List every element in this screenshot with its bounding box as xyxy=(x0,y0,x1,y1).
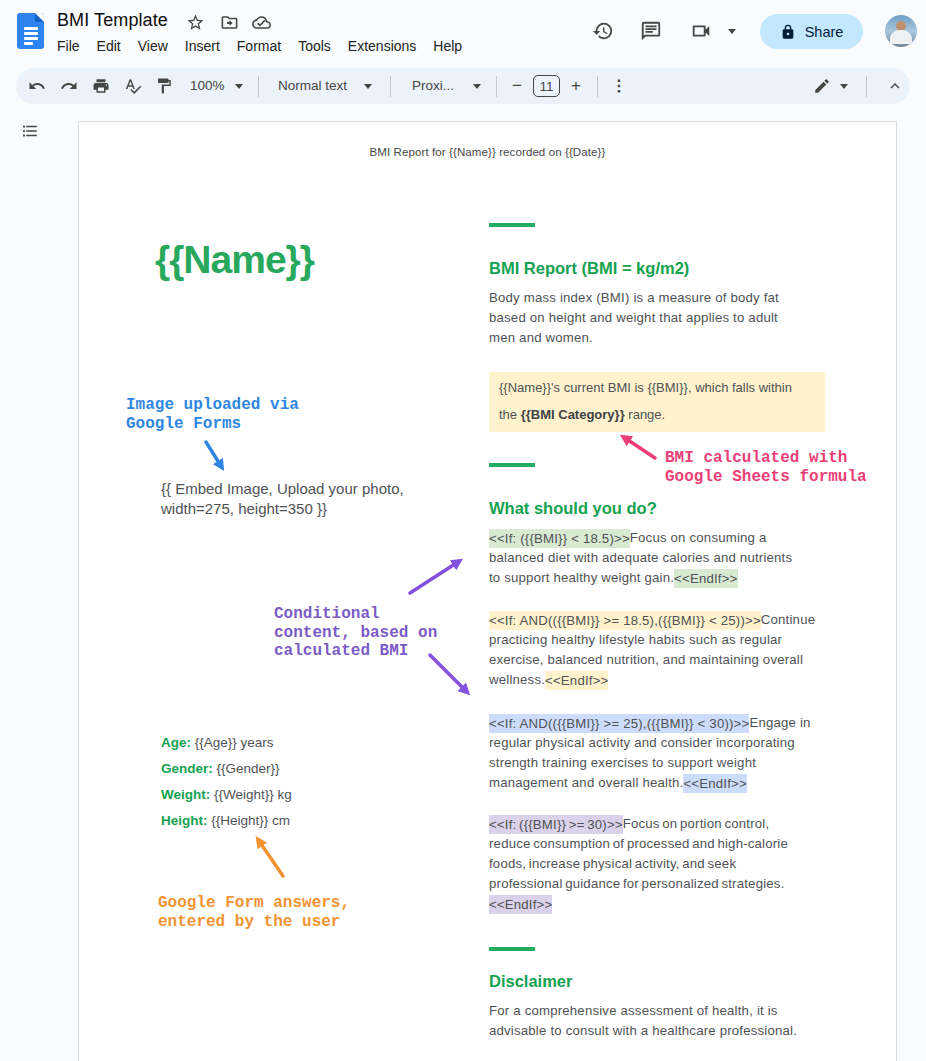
toolbar-more-icon[interactable]: ⋮ xyxy=(611,77,627,95)
menu-extensions[interactable]: Extensions xyxy=(348,37,416,56)
paint-format-icon[interactable] xyxy=(155,77,173,95)
document-outline-icon[interactable] xyxy=(21,122,39,140)
version-history-icon[interactable] xyxy=(592,20,614,42)
purple-arrow-down xyxy=(430,655,466,691)
star-icon[interactable] xyxy=(186,13,205,32)
orange-arrow xyxy=(259,841,283,876)
font-select[interactable]: Proxi... xyxy=(412,78,454,94)
font-size-input[interactable]: 11 xyxy=(533,75,560,97)
share-button[interactable]: Share xyxy=(760,14,863,49)
meet-dropdown-caret[interactable] xyxy=(728,29,736,34)
menu-help[interactable]: Help xyxy=(433,37,462,56)
redo-icon[interactable] xyxy=(60,77,78,95)
cloud-saved-icon[interactable] xyxy=(252,13,271,32)
menu-tools[interactable]: Tools xyxy=(298,37,331,56)
document-page[interactable]: BMI Report for {{Name}} recorded on {{Da… xyxy=(78,121,897,1061)
google-docs-logo[interactable] xyxy=(17,13,44,49)
zoom-caret[interactable] xyxy=(235,84,243,89)
document-title[interactable]: BMI Template xyxy=(57,10,168,31)
menu-view[interactable]: View xyxy=(138,37,168,56)
annotation-arrows xyxy=(79,122,896,1060)
menu-file[interactable]: File xyxy=(57,37,80,56)
hide-menus-icon[interactable] xyxy=(886,77,904,95)
menu-insert[interactable]: Insert xyxy=(185,37,220,56)
blue-arrow xyxy=(206,442,221,466)
paragraph-style-select[interactable]: Normal text xyxy=(278,78,347,94)
lock-icon xyxy=(780,24,796,40)
meet-video-icon[interactable] xyxy=(690,20,712,42)
menu-format[interactable]: Format xyxy=(237,37,281,56)
comments-icon[interactable] xyxy=(640,20,662,42)
font-caret[interactable] xyxy=(473,84,481,89)
share-label: Share xyxy=(805,24,844,40)
purple-arrow-up xyxy=(410,562,458,593)
style-caret[interactable] xyxy=(364,84,372,89)
account-avatar[interactable] xyxy=(885,15,917,47)
decrease-font-size-button[interactable]: − xyxy=(512,76,522,96)
red-arrow xyxy=(625,438,655,458)
menu-bar: File Edit View Insert Format Tools Exten… xyxy=(57,37,462,56)
spelling-check-icon[interactable] xyxy=(124,77,142,95)
zoom-select[interactable]: 100% xyxy=(190,78,225,94)
print-icon[interactable] xyxy=(92,77,110,95)
editing-mode-caret[interactable] xyxy=(840,84,848,89)
menu-edit[interactable]: Edit xyxy=(97,37,121,56)
toolbar: 100% Normal text Proxi... − 11 + ⋮ xyxy=(16,68,910,104)
increase-font-size-button[interactable]: + xyxy=(571,76,581,96)
undo-icon[interactable] xyxy=(28,77,46,95)
move-folder-icon[interactable] xyxy=(220,13,239,32)
editing-mode-pen-icon[interactable] xyxy=(813,77,831,95)
